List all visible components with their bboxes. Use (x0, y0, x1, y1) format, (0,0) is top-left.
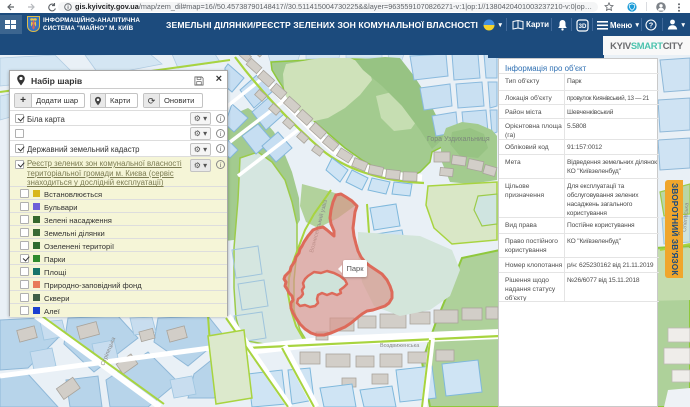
svg-text:3D: 3D (579, 24, 587, 30)
svg-text:?: ? (649, 20, 654, 29)
svg-text:Воздвиженська: Воздвиженська (380, 343, 420, 349)
svg-text:Гора Уздихальниця: Гора Уздихальниця (427, 136, 490, 143)
